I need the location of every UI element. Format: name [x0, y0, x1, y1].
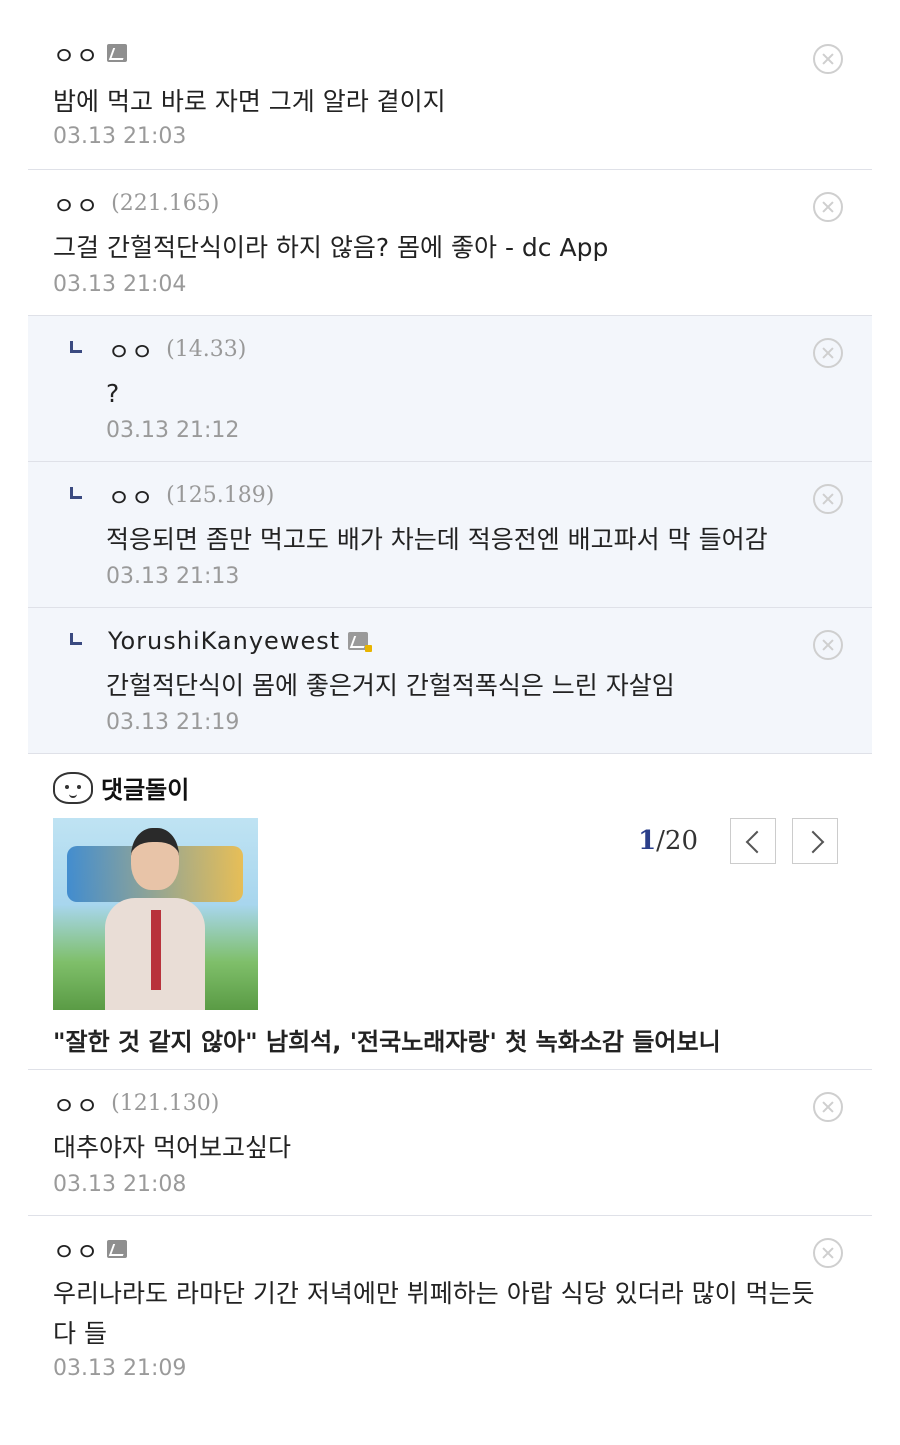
reply-item: YorushiKanyewest 간헐적단식이 몸에 좋은거지 간헐적폭식은 느…: [28, 608, 872, 754]
reply-header: ㅇㅇ (14.33): [70, 332, 247, 367]
bot-pager: 1/20: [638, 818, 838, 864]
reply-date: 03.13 21:12: [106, 418, 240, 443]
thumbnail-tie: [151, 910, 161, 990]
comment-header: ㅇㅇ (221.165): [53, 186, 220, 221]
nickname[interactable]: YorushiKanyewest: [108, 627, 340, 655]
ip-address: (14.33): [166, 336, 247, 362]
nickname[interactable]: ㅇㅇ: [108, 332, 154, 367]
reply-header: ㅇㅇ (125.189): [70, 478, 275, 513]
reply-text: 적응되면 좀만 먹고도 배가 차는데 적응전엔 배고파서 막 들어감: [106, 525, 768, 554]
reply-text: ?: [106, 379, 120, 408]
reply-item: ㅇㅇ (14.33) ? 03.13 21:12: [28, 316, 872, 462]
comment-bot-card: 댓글돌이 1/20 "잘한 것 같지 않아" 남희석, '전국노래자랑' 첫 녹…: [28, 754, 872, 1070]
ip-address: (125.189): [166, 482, 275, 508]
comment-item: ㅇㅇ (121.130) 대추야자 먹어보고싶다 03.13 21:08: [28, 1070, 872, 1216]
delete-icon[interactable]: [813, 630, 843, 660]
comment-header: ㅇㅇ: [53, 36, 128, 71]
comment-date: 03.13 21:09: [53, 1356, 187, 1381]
comment-date: 03.13 21:08: [53, 1172, 187, 1197]
reply-header: YorushiKanyewest: [70, 626, 373, 656]
chevron-right-icon[interactable]: [792, 818, 838, 864]
fixed-nick-gold-icon: [348, 632, 373, 652]
reply-date: 03.13 21:13: [106, 564, 240, 589]
ip-address: (121.130): [111, 1090, 220, 1116]
comment-text: 우리나라도 라마단 기간 저녁에만 뷔페하는 아랍 식당 있더라 많이 먹는듯 …: [53, 1279, 815, 1348]
reply-date: 03.13 21:19: [106, 710, 240, 735]
comment-header: ㅇㅇ (121.130): [53, 1086, 220, 1121]
comment-text: 밤에 먹고 바로 자면 그게 알라 곁이지: [53, 87, 446, 116]
comment-item: ㅇㅇ 밤에 먹고 바로 자면 그게 알라 곁이지 03.13 21:03: [28, 0, 872, 170]
comment-text: 그걸 간헐적단식이라 하지 않음? 몸에 좋아 - dc App: [53, 233, 609, 262]
delete-icon[interactable]: [813, 1092, 843, 1122]
delete-icon[interactable]: [813, 1238, 843, 1268]
comment-bot-label: 댓글돌이: [101, 776, 190, 804]
ip-address: (221.165): [111, 190, 220, 216]
comment-date: 03.13 21:04: [53, 272, 187, 297]
comment-text: 대추야자 먹어보고싶다: [53, 1133, 291, 1162]
news-headline[interactable]: "잘한 것 같지 않아" 남희석, '전국노래자랑' 첫 녹화소감 들어보니: [53, 1022, 721, 1057]
chevron-left-icon[interactable]: [730, 818, 776, 864]
reply-arrow-icon: [70, 633, 82, 645]
page-current: 1: [638, 826, 657, 856]
news-thumbnail[interactable]: [53, 818, 258, 1010]
comment-header: ㅇㅇ: [53, 1232, 128, 1267]
delete-icon[interactable]: [813, 192, 843, 222]
comment-item: ㅇㅇ (221.165) 그걸 간헐적단식이라 하지 않음? 몸에 좋아 - d…: [28, 170, 872, 316]
comment-date: 03.13 21:03: [53, 124, 187, 149]
reply-text: 간헐적단식이 몸에 좋은거지 간헐적폭식은 느린 자살임: [106, 671, 675, 700]
page-total: /20: [656, 826, 698, 856]
nickname[interactable]: ㅇㅇ: [53, 186, 99, 221]
reply-item: ㅇㅇ (125.189) 적응되면 좀만 먹고도 배가 차는데 적응전엔 배고파…: [28, 462, 872, 608]
comment-section: ㅇㅇ 밤에 먹고 바로 자면 그게 알라 곁이지 03.13 21:03 ㅇㅇ …: [0, 0, 900, 1445]
fixed-nick-icon: [107, 1240, 128, 1258]
nickname[interactable]: ㅇㅇ: [53, 1232, 99, 1267]
thumbnail-head: [131, 828, 179, 890]
delete-icon[interactable]: [813, 484, 843, 514]
bot-face-icon: [53, 771, 93, 804]
delete-icon[interactable]: [813, 44, 843, 74]
reply-arrow-icon: [70, 487, 82, 499]
nickname[interactable]: ㅇㅇ: [108, 478, 154, 513]
fixed-nick-icon: [107, 44, 128, 62]
delete-icon[interactable]: [813, 338, 843, 368]
nickname[interactable]: ㅇㅇ: [53, 1086, 99, 1121]
thumbnail-person: [105, 828, 205, 1010]
page-count: 1/20: [638, 826, 698, 856]
reply-arrow-icon: [70, 341, 82, 353]
nickname[interactable]: ㅇㅇ: [53, 36, 99, 71]
comment-bot-title: 댓글돌이: [53, 770, 189, 805]
comment-item: ㅇㅇ 우리나라도 라마단 기간 저녁에만 뷔페하는 아랍 식당 있더라 많이 먹…: [28, 1216, 872, 1416]
